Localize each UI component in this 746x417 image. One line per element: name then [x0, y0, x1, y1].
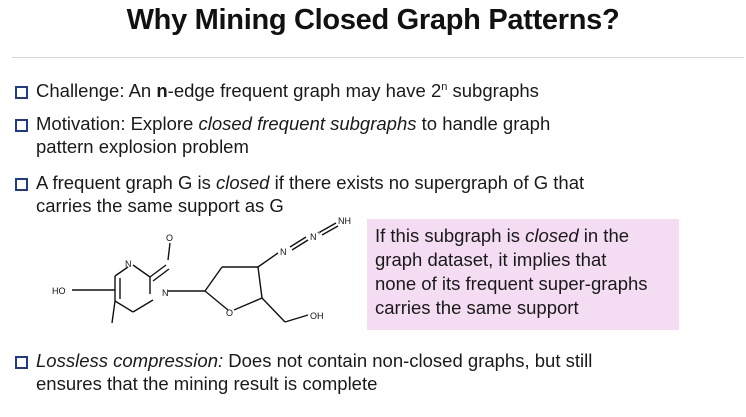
- bullet-lossless-compression: Lossless compression: Does not contain n…: [36, 349, 592, 395]
- checkbox-bullet-icon: [15, 119, 28, 132]
- bullet-bold: n: [156, 80, 168, 101]
- callout-text: none of its frequent super-graphs: [375, 273, 648, 294]
- bullet-motivation: Motivation: Explore closed frequent subg…: [36, 112, 550, 158]
- closed-subgraph-callout: If this subgraph is closed in the graph …: [367, 219, 679, 330]
- slide-title: Why Mining Closed Graph Patterns?: [126, 4, 620, 36]
- atom-label: NH: [338, 216, 351, 226]
- bullet-challenge: Challenge: An n-edge frequent graph may …: [36, 79, 539, 102]
- atom-label: O: [226, 308, 233, 318]
- atom-label: N: [125, 259, 132, 269]
- callout-text: carries the same support: [375, 297, 579, 318]
- bullet-text: -edge frequent graph may have 2: [167, 80, 442, 101]
- bullet-text: if there exists no supergraph of G that: [269, 172, 585, 193]
- callout-text: in the: [578, 225, 630, 246]
- title-divider: [12, 57, 744, 58]
- molecule-diagram: O N N HO O OH N N + NH: [52, 216, 351, 324]
- atom-label: N: [310, 232, 317, 242]
- checkbox-bullet-icon: [15, 356, 28, 369]
- atom-label: OH: [310, 311, 324, 321]
- callout-text: graph dataset, it implies that: [375, 249, 607, 270]
- callout-italic: closed: [525, 225, 579, 246]
- atom-label: N: [162, 288, 169, 298]
- bullet-text: to handle graph: [416, 113, 551, 134]
- checkbox-bullet-icon: [15, 86, 28, 99]
- bullet-italic: Lossless compression:: [36, 350, 224, 371]
- callout-text: If this subgraph is: [375, 225, 526, 246]
- atom-label: N: [280, 247, 287, 257]
- bullet-text-line2: ensures that the mining result is comple…: [36, 373, 378, 394]
- atom-label: O: [166, 233, 173, 243]
- bullet-text: Motivation: Explore: [36, 113, 199, 134]
- bullet-text: subgraphs: [447, 80, 539, 101]
- bullet-text: A frequent graph G is: [36, 172, 216, 193]
- atom-charge-label: +: [317, 230, 321, 237]
- bullet-italic: closed frequent subgraphs: [198, 113, 417, 134]
- atom-label: HO: [52, 286, 66, 296]
- bullet-text-line2: pattern explosion problem: [36, 136, 249, 157]
- bullet-text: Challenge: An: [36, 80, 157, 101]
- bullet-italic: closed: [215, 172, 270, 193]
- bullet-text: Does not contain non-closed graphs, but …: [223, 350, 593, 371]
- checkbox-bullet-icon: [15, 178, 28, 191]
